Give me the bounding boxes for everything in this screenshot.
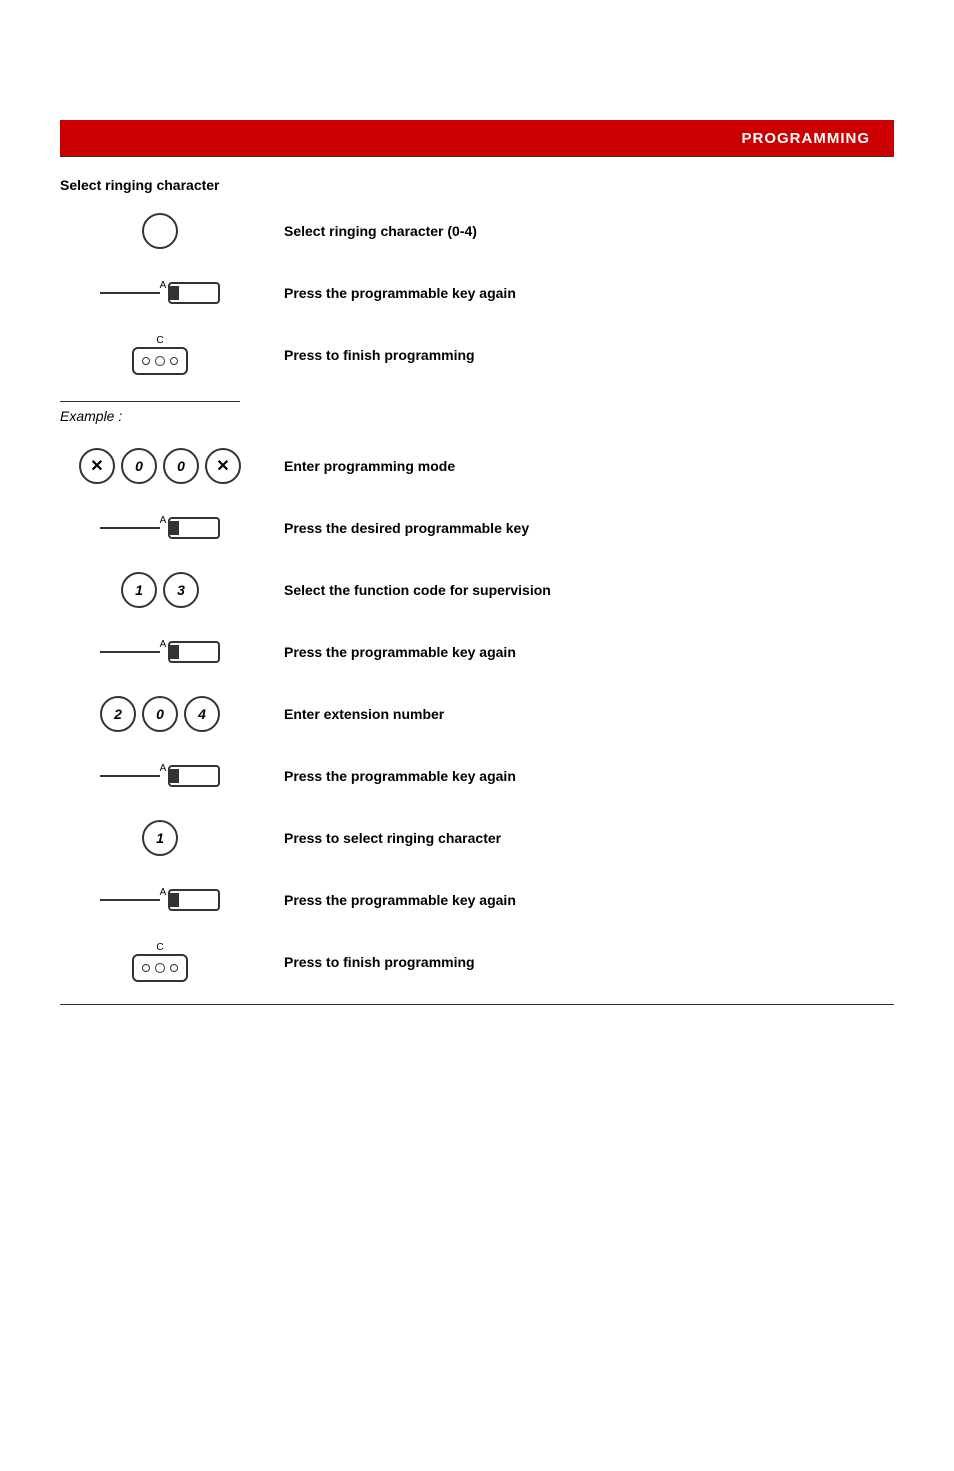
multi-keys-ex5: 2 0 4 (100, 696, 220, 732)
icon-area-ex3: 1 3 (60, 572, 260, 608)
example-text-6: Press the programmable key again (284, 768, 516, 784)
example-step-2: A Press the desired programmable key (60, 506, 894, 550)
step-row-2: A Press the programmable key again (60, 271, 894, 315)
step-row: Select ringing character (0-4) (60, 209, 894, 253)
prog-key-tab (169, 286, 179, 300)
example-divider (60, 401, 240, 402)
phone-dot-right-ex9 (170, 964, 178, 972)
example-step-1: ✕ 0 0 ✕ Enter programming mode (60, 444, 894, 488)
prog-key-icon: A (100, 282, 221, 304)
key-3: 3 (163, 572, 199, 608)
prog-key-label-ex8: A (160, 887, 167, 898)
example-step-5: 2 0 4 Enter extension number (60, 692, 894, 736)
phone-dot-center (155, 356, 165, 366)
example-text-3: Select the function code for supervision (284, 582, 551, 598)
c-label-ex9: C (156, 942, 163, 953)
prog-key-tab-ex4 (169, 645, 179, 659)
page: PROGRAMMING Select ringing character Sel… (0, 120, 954, 1471)
prog-key-tab-ex6 (169, 769, 179, 783)
icon-area-ex5: 2 0 4 (60, 696, 260, 732)
c-phone-key-ex9: C (132, 942, 188, 982)
example-step-3: 1 3 Select the function code for supervi… (60, 568, 894, 612)
prog-key-line-ex4 (100, 651, 160, 653)
phone-dot-right (170, 357, 178, 365)
prog-key-ex4: A (100, 641, 221, 663)
key-0-1: 0 (121, 448, 157, 484)
example-text-1: Enter programming mode (284, 458, 455, 474)
example-text-5: Enter extension number (284, 706, 444, 722)
icon-area-ex4: A (60, 641, 260, 663)
multi-keys-ex1: ✕ 0 0 ✕ (79, 448, 241, 484)
icon-area-ex8: A (60, 889, 260, 911)
icon-area-2: A (60, 282, 260, 304)
empty-circle-key (142, 213, 178, 249)
phone-dot-left (142, 357, 150, 365)
multi-keys-ex7: 1 (142, 820, 178, 856)
prog-key-tab-ex8 (169, 893, 179, 907)
icon-area-3: C (60, 335, 260, 375)
step-text-3: Press to finish programming (284, 347, 475, 363)
key-2: 2 (100, 696, 136, 732)
phone-dot-left-ex9 (142, 964, 150, 972)
key-1-b: 1 (142, 820, 178, 856)
multi-keys-ex3: 1 3 (121, 572, 199, 608)
icon-area-ex6: A (60, 765, 260, 787)
prog-key-body-ex4 (168, 641, 220, 663)
phone-icon-ex9 (132, 954, 188, 982)
step-text-2: Press the programmable key again (284, 285, 516, 301)
prog-key-label-ex2: A (160, 515, 167, 526)
example-label: Example : (60, 408, 894, 424)
step-text-1: Select ringing character (0-4) (284, 223, 477, 239)
prog-key-line-ex6 (100, 775, 160, 777)
step-row-3: C Press to finish programming (60, 333, 894, 377)
icon-area-1 (60, 213, 260, 249)
example-step-4: A Press the programmable key again (60, 630, 894, 674)
phone-dot-center-ex9 (155, 963, 165, 973)
icon-area-ex1: ✕ 0 0 ✕ (60, 448, 260, 484)
prog-key-label: A (160, 280, 167, 291)
prog-key-ex2: A (100, 517, 221, 539)
prog-key-label-ex4: A (160, 639, 167, 650)
phone-icon (132, 347, 188, 375)
example-step-6: A Press the programmable key again (60, 754, 894, 798)
prog-key-body-ex8 (168, 889, 220, 911)
example-step-8: A Press the programmable key again (60, 878, 894, 922)
prog-key-body (168, 282, 220, 304)
key-4: 4 (184, 696, 220, 732)
icon-area-ex9: C (60, 942, 260, 982)
icon-area-ex2: A (60, 517, 260, 539)
prog-key-body-ex6 (168, 765, 220, 787)
prog-key-line-ex2 (100, 527, 160, 529)
example-text-7: Press to select ringing character (284, 830, 501, 846)
bottom-divider (60, 1004, 894, 1005)
prog-key-line (100, 292, 160, 294)
example-text-9: Press to finish programming (284, 954, 475, 970)
key-0-2: 0 (163, 448, 199, 484)
key-star-2: ✕ (205, 448, 241, 484)
prog-key-line-ex8 (100, 899, 160, 901)
prog-key-tab-ex2 (169, 521, 179, 535)
c-phone-key: C (132, 335, 188, 375)
example-text-8: Press the programmable key again (284, 892, 516, 908)
prog-key-ex6: A (100, 765, 221, 787)
section1-title: Select ringing character (60, 177, 894, 193)
icon-area-ex7: 1 (60, 820, 260, 856)
c-label: C (156, 335, 163, 346)
key-1: 1 (121, 572, 157, 608)
prog-key-body-ex2 (168, 517, 220, 539)
example-step-9: C Press to finish programming (60, 940, 894, 984)
header-bar: PROGRAMMING (60, 120, 894, 156)
prog-key-ex8: A (100, 889, 221, 911)
key-star-1: ✕ (79, 448, 115, 484)
content-area: Select ringing character Select ringing … (0, 157, 954, 984)
header-title: PROGRAMMING (742, 130, 871, 147)
prog-key-label-ex6: A (160, 763, 167, 774)
example-text-4: Press the programmable key again (284, 644, 516, 660)
example-text-2: Press the desired programmable key (284, 520, 529, 536)
example-step-7: 1 Press to select ringing character (60, 816, 894, 860)
key-0-3: 0 (142, 696, 178, 732)
